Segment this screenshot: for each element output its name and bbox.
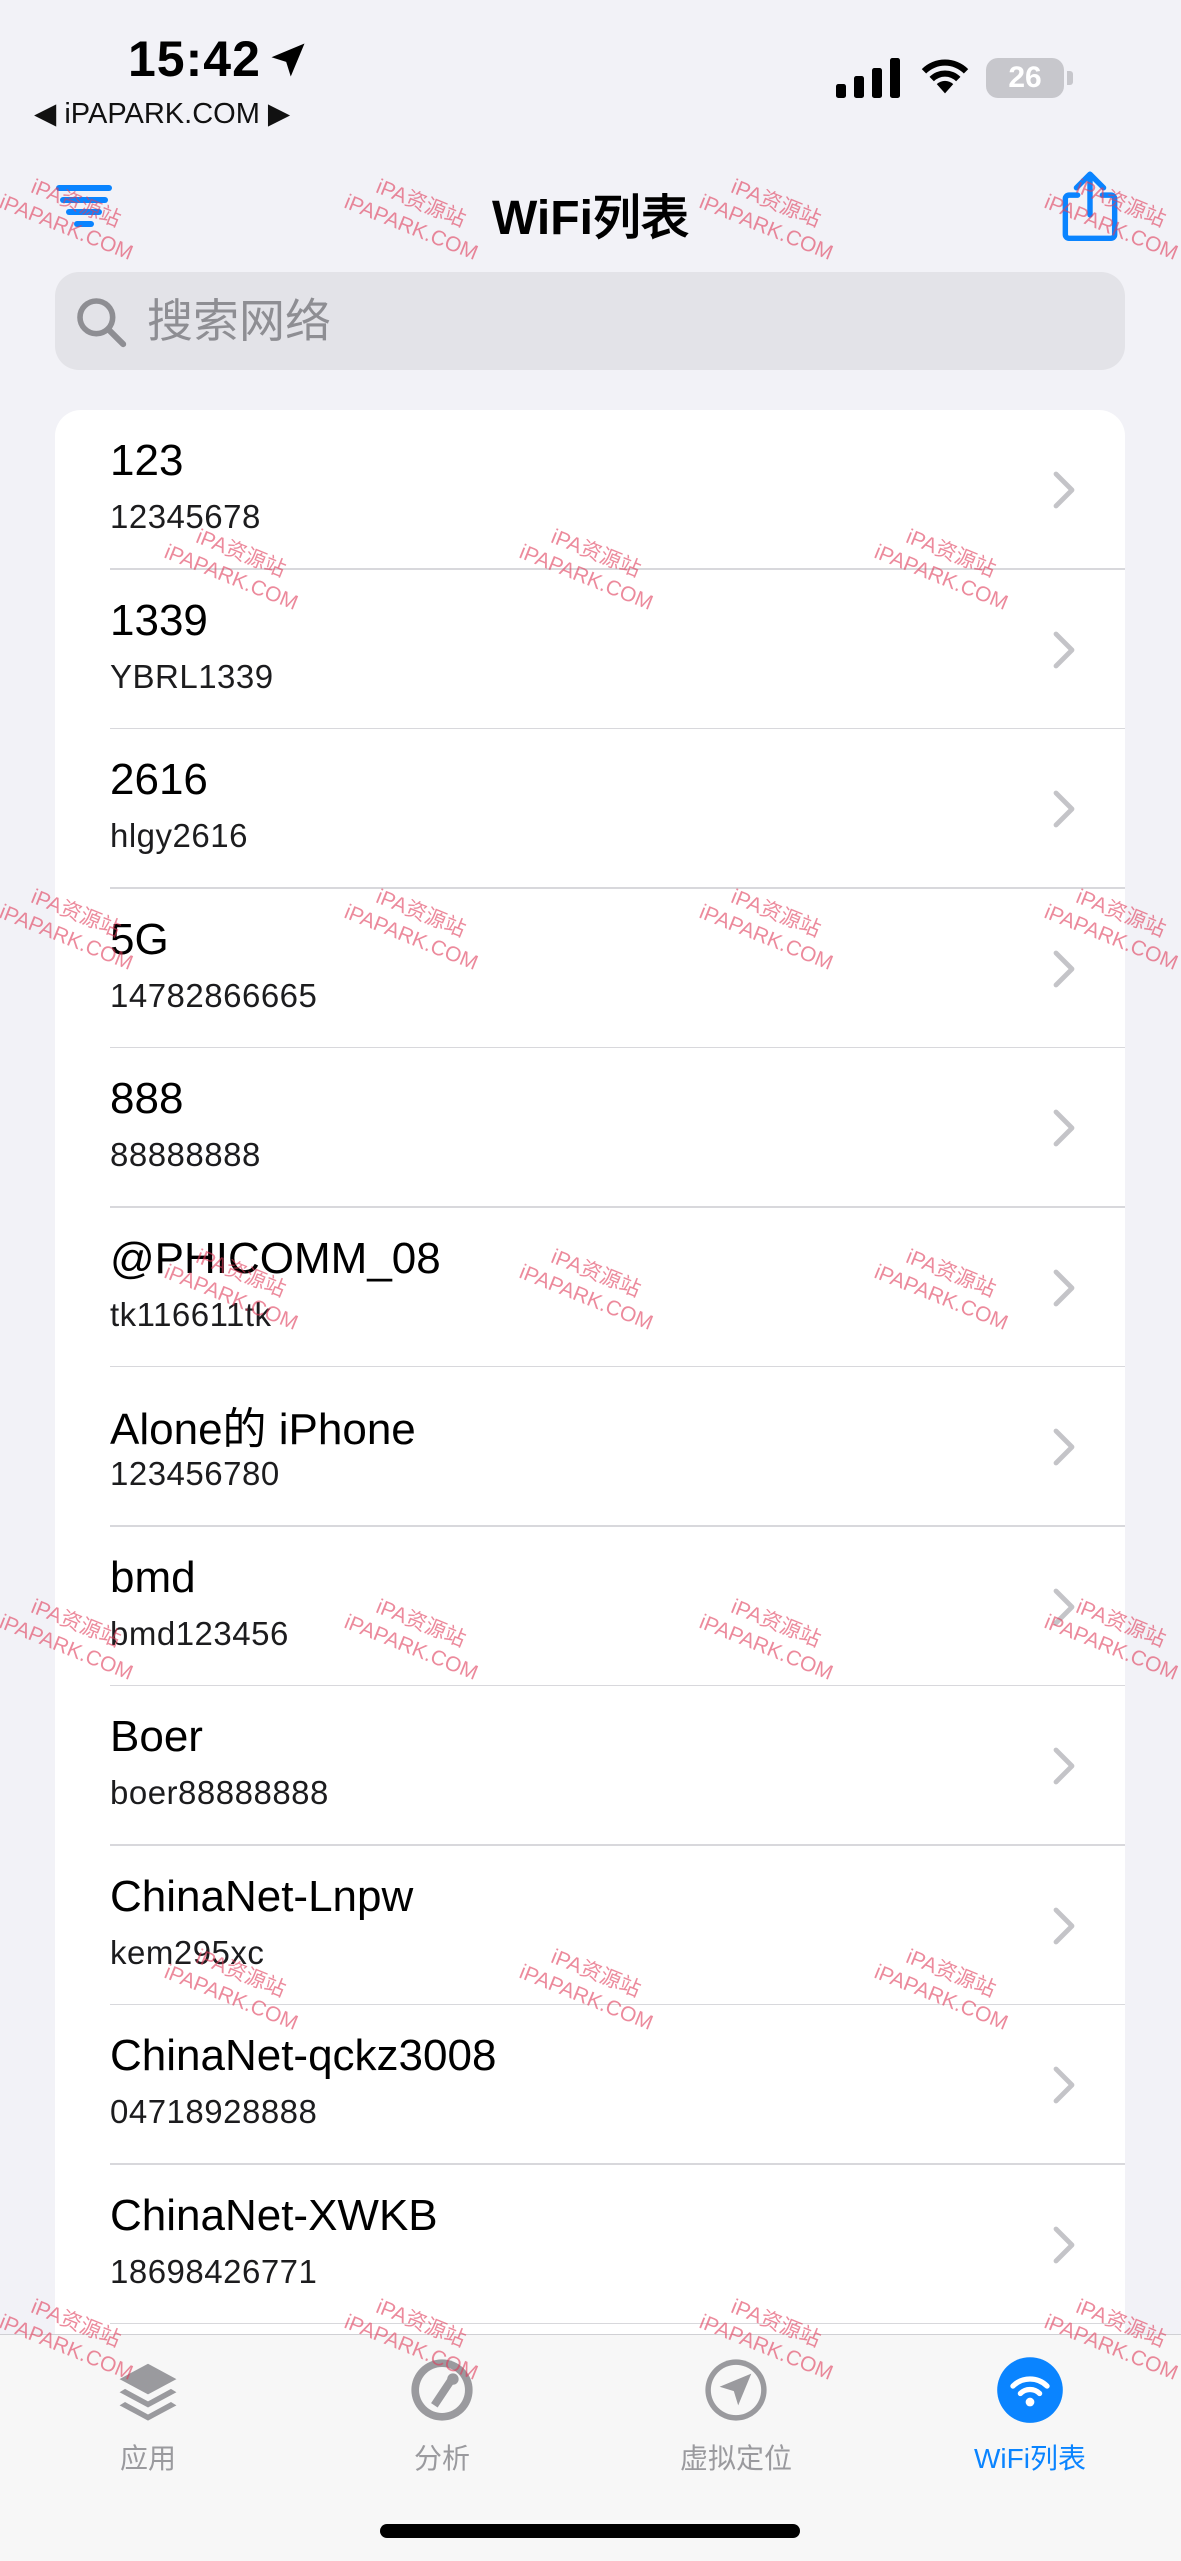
search-bar[interactable] xyxy=(55,272,1125,370)
network-name: 123 xyxy=(110,436,184,485)
network-name: 1339 xyxy=(110,595,208,645)
wifi-list-row[interactable]: ChinaNet-Lnpw kem295xc xyxy=(55,1846,1125,2005)
share-icon[interactable] xyxy=(1060,168,1120,242)
wifi-network-list: 123 12345678 1339 YBRL1339 2616 hlgy2616 5G 147… xyxy=(55,410,1125,2340)
wifi-list-row[interactable]: Alone的 iPhone 123456780 xyxy=(55,1367,1125,1527)
network-password: hlgy2616 xyxy=(110,817,248,854)
network-password: YBRL1339 xyxy=(110,657,274,695)
wifi-list-row[interactable]: ChinaNet-qckz3008 04718928888 xyxy=(55,2005,1125,2165)
tab-analysis-label: 分析 xyxy=(413,2443,470,2474)
wifi-list-row[interactable]: 2616 hlgy2616 xyxy=(55,729,1125,889)
chevron-right-icon xyxy=(1053,950,1075,987)
page-title: WiFi列表 xyxy=(492,192,689,245)
wifi-status-icon xyxy=(921,59,969,94)
chevron-right-icon xyxy=(1053,631,1075,668)
network-name: 5G xyxy=(110,914,169,964)
chevron-right-icon xyxy=(1053,2226,1075,2263)
back-to-app-link[interactable]: ◀ iPAPARK.COM ▶ xyxy=(34,96,290,131)
wifi-list-row[interactable]: @PHICOMM_08 tk116611tk xyxy=(55,1208,1125,1367)
network-name: @PHICOMM_08 xyxy=(110,1233,441,1283)
wifi-list-row[interactable]: 123 12345678 xyxy=(55,410,1125,570)
tab-wifi-list-label: WiFi列表 xyxy=(974,2443,1086,2474)
wifi-list-row[interactable]: bmd bmd123456 xyxy=(55,1527,1125,1686)
tab-apps-label: 应用 xyxy=(119,2443,176,2474)
chevron-right-icon xyxy=(1053,1907,1075,1944)
network-password: 18698426771 xyxy=(110,2252,318,2290)
wifi-list-row[interactable]: 888 88888888 xyxy=(55,1048,1125,1208)
network-password: 123456780 xyxy=(110,1455,280,1492)
wifi-list-row[interactable]: 1339 YBRL1339 xyxy=(55,570,1125,729)
home-indicator[interactable] xyxy=(380,2524,800,2538)
wifi-list-row[interactable]: ChinaNet-XWKB 18698426771 xyxy=(55,2165,1125,2324)
network-password: 14782866665 xyxy=(110,976,318,1014)
network-password: kem295xc xyxy=(110,1933,265,1971)
chevron-right-icon xyxy=(1053,1109,1075,1147)
tab-virtual-location[interactable]: 虚拟定位 xyxy=(626,2355,846,2505)
tab-virtual-location-label: 虚拟定位 xyxy=(679,2443,792,2474)
chevron-right-icon xyxy=(1053,1428,1075,1466)
network-password: 12345678 xyxy=(110,498,261,535)
network-name: bmd xyxy=(110,1552,196,1602)
network-password: 04718928888 xyxy=(110,2093,318,2130)
chevron-right-icon xyxy=(1053,790,1075,828)
chevron-right-icon xyxy=(1053,1588,1075,1625)
cellular-signal-icon xyxy=(836,58,900,98)
network-password: bmd123456 xyxy=(110,1614,289,1652)
search-input[interactable] xyxy=(139,272,1107,370)
chevron-right-icon xyxy=(1053,471,1075,509)
tab-wifi-list[interactable]: WiFi列表 xyxy=(920,2355,1140,2505)
chevron-right-icon xyxy=(1053,2066,1075,2104)
status-time: 15:42 xyxy=(128,31,261,87)
search-icon xyxy=(77,298,127,348)
wifi-list-row[interactable]: 5G 14782866665 xyxy=(55,889,1125,1048)
battery-level: 26 xyxy=(986,58,1064,98)
analysis-icon xyxy=(411,2359,473,2421)
network-name: 888 xyxy=(110,1074,184,1123)
network-password: 88888888 xyxy=(110,1136,261,1173)
stack-icon xyxy=(119,2363,177,2421)
chevron-right-icon xyxy=(1053,1269,1075,1306)
status-bar: 15:42 ◀ iPAPARK.COM ▶ 26 xyxy=(0,0,1181,150)
network-password: boer88888888 xyxy=(110,1774,329,1811)
wifi-icon xyxy=(997,2357,1063,2423)
network-name: ChinaNet-Lnpw xyxy=(110,1871,414,1921)
battery-cap xyxy=(1067,71,1073,85)
tab-apps[interactable]: 应用 xyxy=(38,2355,258,2505)
network-password: tk116611tk xyxy=(110,1295,272,1333)
location-icon xyxy=(705,2359,767,2421)
battery-icon: 26 xyxy=(986,58,1074,98)
network-name: Boer xyxy=(110,1712,203,1761)
location-arrow-icon xyxy=(271,43,305,77)
tab-analysis[interactable]: 分析 xyxy=(332,2355,552,2505)
navigation-bar: WiFi列表 xyxy=(0,150,1181,260)
wifi-list-row[interactable]: Boer boer88888888 xyxy=(55,1686,1125,1846)
row-separator xyxy=(110,2322,1125,2324)
chevron-right-icon xyxy=(1053,1747,1075,1785)
network-name: 2616 xyxy=(110,755,208,804)
network-name: ChinaNet-qckz3008 xyxy=(110,2031,497,2080)
network-name: Alone的 iPhone xyxy=(110,1405,416,1454)
network-name: ChinaNet-XWKB xyxy=(110,2190,438,2240)
